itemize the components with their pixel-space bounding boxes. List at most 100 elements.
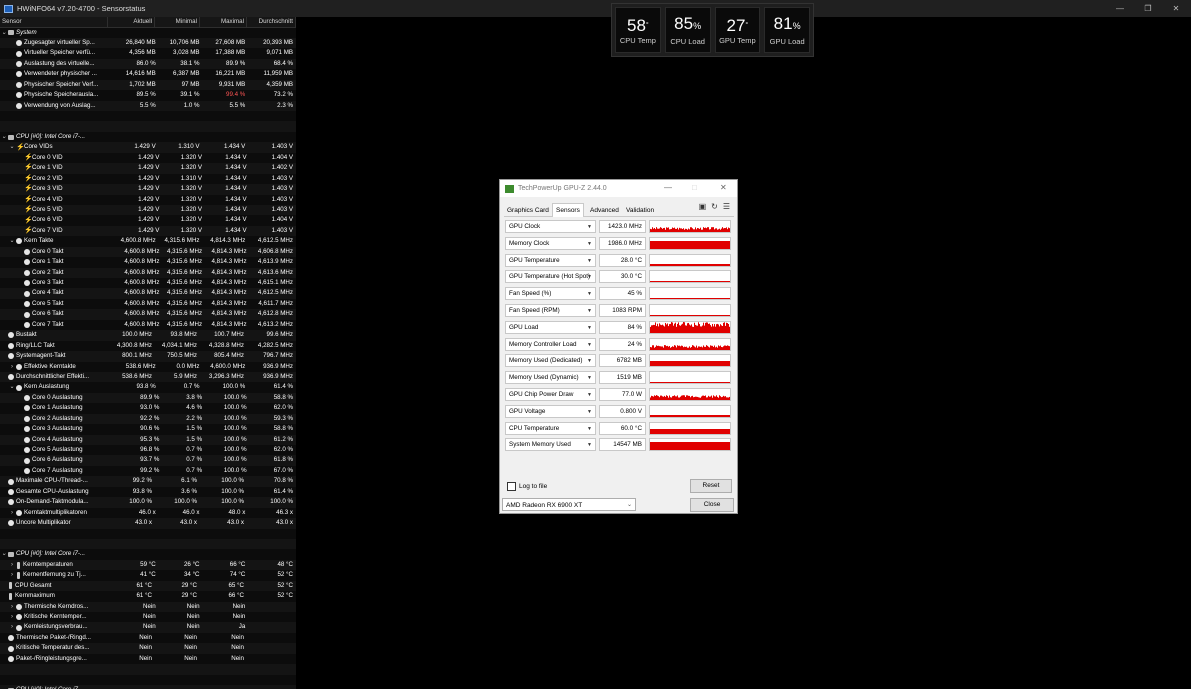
sensor-row[interactable]: Core 1 Auslastung 93.0 % 4.6 % 100.0 % 62.0 … [0, 403, 296, 413]
sensor-name-dropdown[interactable]: Fan Speed (RPM) ▼ [505, 304, 596, 317]
sensor-row[interactable] [0, 111, 296, 121]
dropdown-arrow-icon[interactable]: ▼ [587, 372, 592, 383]
sensor-row[interactable]: Gesamte CPU-Auslastung 93.8 % 3.6 % 100.0 %… [0, 487, 296, 497]
sensor-row[interactable]: Ring/LLC Takt 4,300.8 MHz 4,034.1 MHz 4,328… [0, 341, 296, 351]
sensor-row[interactable]: Kritische Temperatur des... Nein Nein Nein [0, 643, 296, 654]
sensor-row[interactable]: Core 2 Takt 4,600.8 MHz 4,315.6 MHz 4,814.3… [0, 267, 296, 278]
tab-advanced[interactable]: Advanced [587, 205, 622, 216]
sensor-name-dropdown[interactable]: Memory Used (Dynamic) ▼ [505, 371, 596, 385]
minimize-icon[interactable]: — [1105, 0, 1135, 17]
sensor-row[interactable] [0, 675, 296, 685]
column-header-current[interactable]: Aktuell [108, 17, 155, 27]
sensor-row[interactable]: Core 3 Takt 4,600.8 MHz 4,315.6 MHz 4,814.3… [0, 278, 296, 288]
dropdown-arrow-icon[interactable]: ▼ [587, 389, 592, 400]
device-select[interactable]: AMD Radeon RX 6900 XT ⌄ [502, 498, 636, 511]
sensor-row[interactable] [0, 529, 296, 539]
tab-graphics-card[interactable]: Graphics Card [504, 205, 552, 216]
sensor-row[interactable]: Core 6 Auslastung 93.7 % 0.7 % 100.0 % 61.8 … [0, 455, 296, 466]
sensor-row[interactable] [0, 538, 296, 550]
sensor-row[interactable]: Virtueller Speicher verfü... 4,356 MB 3,02… [0, 48, 296, 58]
sensor-row[interactable]: Core 1 Takt 4,600.8 MHz 4,315.6 MHz 4,814.3… [0, 257, 296, 267]
sensor-row[interactable]: Thermische Paket-/Ringd... Nein Nein Nein [0, 633, 296, 643]
chevron-down-icon[interactable]: ⌄ [8, 382, 16, 392]
sensor-row[interactable]: Bustakt 100.0 MHz 93.8 MHz 100.7 MHz 99.6 MH… [0, 330, 296, 341]
gpuz-close-icon[interactable]: ✕ [720, 183, 727, 192]
sensor-group-row[interactable]: ⌄ System [0, 28, 296, 38]
chevron-down-icon[interactable]: ⌄ [8, 236, 16, 246]
tab-sensors[interactable]: Sensors [552, 203, 584, 217]
chevron-down-icon[interactable]: ⌄ [0, 28, 8, 38]
chevron-down-icon[interactable]: ⌄ [8, 142, 16, 152]
sensor-row[interactable]: Core 7 Takt 4,600.8 MHz 4,315.6 MHz 4,814.3… [0, 320, 296, 330]
sensor-name-dropdown[interactable]: GPU Chip Power Draw ▼ [505, 388, 596, 401]
close-button[interactable]: Close [690, 498, 734, 512]
sensor-row[interactable]: ⚡ Core 5 VID 1.429 V 1.320 V 1.434 V 1.403 V [0, 204, 296, 216]
sensor-row[interactable]: › Kerntaktmultiplikatoren 46.0 x 46.0 x 48.0… [0, 508, 296, 518]
chevron-right-icon[interactable]: › [8, 362, 16, 372]
sensor-name-dropdown[interactable]: Memory Clock ▼ [505, 236, 596, 250]
sensor-name-dropdown[interactable]: GPU Clock ▼ [505, 220, 596, 233]
sensor-group-row[interactable]: ⌄ CPU [#0]: Intel Core i7-... [0, 549, 296, 559]
sensor-row[interactable]: Core 0 Auslastung 89.9 % 3.8 % 100.0 % 58.8 … [0, 392, 296, 404]
camera-icon[interactable]: ▣ [699, 202, 707, 211]
dropdown-arrow-icon[interactable]: ▼ [587, 439, 592, 450]
chevron-right-icon[interactable]: › [8, 602, 16, 612]
sensor-name-dropdown[interactable]: GPU Load ▼ [505, 320, 596, 334]
dropdown-arrow-icon[interactable]: ▼ [587, 238, 592, 249]
sensor-row[interactable] [0, 121, 296, 132]
sensor-name-dropdown[interactable]: Memory Controller Load ▼ [505, 337, 596, 351]
sensor-row[interactable]: Physischer Speicher Verf... 1,702 MB 97 MB… [0, 79, 296, 91]
sensor-row[interactable]: Paket-/Ringleistungsgre... Nein Nein Nein [0, 654, 296, 664]
refresh-icon[interactable]: ↻ [711, 202, 718, 211]
sensor-row[interactable]: ⚡ Core 7 VID 1.429 V 1.320 V 1.434 V 1.403 V [0, 225, 296, 237]
dropdown-arrow-icon[interactable]: ▼ [587, 406, 592, 417]
sensor-row[interactable]: Auslastung des virtuelle... 86.0 % 38.1 % 8… [0, 58, 296, 70]
chevron-right-icon[interactable]: › [8, 612, 16, 622]
sensor-row[interactable]: Core 4 Takt 4,600.8 MHz 4,315.6 MHz 4,814.3… [0, 288, 296, 299]
sensor-row[interactable]: Kernmaximum 61 °C 29 °C 66 °C 52 °C [0, 591, 296, 601]
sensor-row[interactable]: Core 6 Takt 4,600.8 MHz 4,315.6 MHz 4,814.3… [0, 309, 296, 320]
sensor-row[interactable]: Verwendung von Auslag... 5.5 % 1.0 % 5.5 % 2… [0, 100, 296, 111]
log-to-file-checkbox[interactable]: Log to file [507, 482, 547, 491]
dropdown-arrow-icon[interactable]: ▼ [587, 255, 592, 266]
column-header-maximum[interactable]: Maximal [200, 17, 247, 27]
checkbox-icon[interactable] [507, 482, 516, 491]
sensor-row[interactable]: ⌄ Kern Auslastung 93.8 % 0.7 % 100.0 % 61.4 % [0, 382, 296, 392]
sensor-name-dropdown[interactable]: System Memory Used ▼ [505, 438, 596, 452]
sensor-row[interactable]: ⚡ Core 3 VID 1.429 V 1.320 V 1.434 V 1.403 V [0, 184, 296, 195]
sensor-name-dropdown[interactable]: GPU Voltage ▼ [505, 404, 596, 418]
gpuz-maximize-icon[interactable]: □ [692, 183, 697, 192]
sensor-row[interactable]: ⚡ Core 1 VID 1.429 V 1.320 V 1.434 V 1.402 V [0, 163, 296, 174]
sensor-row[interactable]: › Thermische Kerndros... Nein Nein Nein [0, 601, 296, 612]
chevron-right-icon[interactable]: › [8, 622, 16, 632]
sensor-row[interactable]: › Kernleistungsverbrau... Nein Nein Ja [0, 622, 296, 633]
sensor-group-row[interactable]: ⌄ CPU [#0]: Intel Core i7-... [0, 132, 296, 142]
sensor-name-dropdown[interactable]: GPU Temperature ▼ [505, 253, 596, 267]
sensor-row[interactable]: Core 0 Takt 4,600.8 MHz 4,315.6 MHz 4,814.3… [0, 246, 296, 258]
dropdown-arrow-icon[interactable]: ▼ [587, 221, 592, 232]
gpuz-minimize-icon[interactable]: — [664, 183, 672, 192]
chevron-right-icon[interactable]: › [8, 560, 16, 570]
sensor-row[interactable]: Physische Speicherausla... 89.5 % 39.1 % 99… [0, 90, 296, 100]
dropdown-arrow-icon[interactable]: ▼ [587, 288, 592, 299]
sensor-row[interactable]: Verwendeter physischer ... 14,616 MB 6,387… [0, 69, 296, 79]
menu-icon[interactable]: ☰ [723, 202, 730, 211]
sensor-row[interactable]: Systemagent-Takt 800.1 MHz 750.5 MHz 805.4 … [0, 351, 296, 362]
sensor-row[interactable]: ⚡ Core 6 VID 1.429 V 1.320 V 1.434 V 1.404 V [0, 215, 296, 225]
sensor-row[interactable]: Core 5 Auslastung 96.8 % 0.7 % 100.0 % 62.0 … [0, 445, 296, 455]
sensor-row[interactable]: Durchschnittlicher Effekti... 538.6 MHz 5.… [0, 371, 296, 383]
column-header-average[interactable]: Durchschnitt [247, 17, 296, 27]
tab-validation[interactable]: Validation [623, 205, 657, 216]
column-header-minimum[interactable]: Minimal [155, 17, 200, 27]
chevron-right-icon[interactable]: › [8, 570, 16, 580]
sensor-row[interactable]: Core 5 Takt 4,600.8 MHz 4,315.6 MHz 4,814.3… [0, 299, 296, 309]
sensor-row[interactable]: › Kerntemperaturen 59 °C 26 °C 66 °C 48 °C [0, 559, 296, 571]
sensor-name-dropdown[interactable]: CPU Temperature ▼ [505, 421, 596, 435]
reset-button[interactable]: Reset [690, 479, 732, 493]
sensor-name-dropdown[interactable]: GPU Temperature (Hot Spot) ▼ [505, 270, 596, 284]
sensor-row[interactable]: Core 4 Auslastung 95.3 % 1.5 % 100.0 % 61.2 … [0, 434, 296, 445]
sensor-row[interactable]: ⌄ Kern Takte 4,600.8 MHz 4,315.6 MHz 4,814.3… [0, 236, 296, 246]
sensor-row[interactable]: Core 7 Auslastung 99.2 % 0.7 % 100.0 % 67.0 … [0, 466, 296, 476]
column-header-sensor[interactable]: Sensor [0, 17, 108, 27]
sensor-row[interactable]: ⚡ Core 4 VID 1.429 V 1.320 V 1.434 V 1.403 V [0, 195, 296, 205]
